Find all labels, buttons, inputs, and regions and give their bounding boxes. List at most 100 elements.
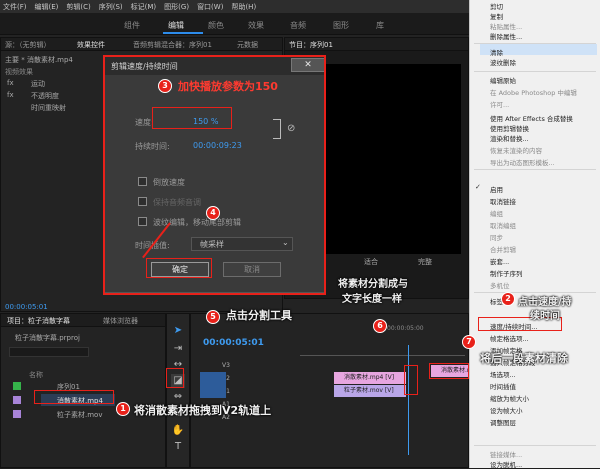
ws-assembly[interactable]: 组件 (124, 20, 140, 31)
menu-sequence[interactable]: 序列(S) (99, 2, 123, 12)
context-menu-item[interactable]: 剪切 (490, 1, 503, 11)
v1-track-target[interactable] (200, 385, 226, 398)
project-tab-row: 项目：粒子消散字幕 媒体浏览器 (1, 314, 165, 327)
ws-color[interactable]: 颜色 (208, 20, 224, 31)
type-tool-icon[interactable]: T (171, 440, 185, 454)
tab-media-browser[interactable]: 媒体浏览器 (103, 316, 138, 326)
hand-tool-icon[interactable]: ✋ (171, 424, 185, 438)
v2-track-target[interactable] (200, 372, 226, 385)
timeline-ruler-time: 00:00:05:00 (387, 325, 424, 332)
fx-opacity-icon[interactable]: fx (7, 91, 14, 99)
tab-effect-controls[interactable]: 效果控件 (77, 40, 105, 50)
context-menu-item[interactable]: 制作子序列 (490, 268, 523, 278)
context-menu-item[interactable]: 启用 (490, 184, 503, 194)
context-menu-item[interactable]: 使用剪辑替换 (490, 123, 529, 133)
context-menu-item[interactable]: 粘贴属性... (490, 21, 522, 31)
context-menu-item[interactable]: 编辑原始 (490, 75, 516, 85)
context-menu-item[interactable]: 合并剪辑 (490, 244, 516, 254)
step-7-text: 将后一段素材清除 (480, 352, 568, 365)
fx-motion-icon[interactable]: fx (7, 79, 14, 87)
context-menu-item[interactable]: 删除属性... (490, 31, 522, 41)
context-menu-item[interactable]: 恢复未渲染的内容 (490, 145, 542, 155)
ws-effects[interactable]: 效果 (248, 20, 264, 31)
track-select-tool-icon[interactable]: ⇥ (171, 342, 185, 356)
step-2-text-2: 续时间 (530, 311, 560, 322)
context-menu-item[interactable]: 帧定格选项... (490, 333, 529, 343)
source-timecode: 00:00:05:01 (5, 303, 48, 311)
context-menu-item[interactable]: 缩放为帧大小 (490, 393, 529, 403)
context-menu-item[interactable]: 导出为动态图形模板... (490, 157, 555, 167)
tools-panel: ➤ ⇥ ↔ ◪ ⇔ ✎ ✋ T (166, 313, 190, 468)
context-menu-item[interactable]: 波纹删除 (490, 57, 516, 67)
context-menu-item[interactable]: 同步 (490, 232, 503, 242)
playhead[interactable] (408, 345, 409, 455)
menu-clip[interactable]: 剪辑(C) (66, 2, 90, 12)
fx-motion[interactable]: 运动 (31, 79, 45, 89)
track-v3-label[interactable]: V3 (222, 362, 230, 369)
menu-graphics[interactable]: 图形(G) (164, 2, 189, 12)
column-name-header[interactable]: 名称 (29, 370, 43, 380)
step-1-badge: 1 (116, 402, 130, 416)
menu-window[interactable]: 窗口(W) (197, 2, 223, 12)
context-menu-item[interactable]: 调整图层 (490, 417, 516, 427)
step-6-badge: 6 (373, 319, 387, 333)
ws-libraries[interactable]: 库 (376, 20, 384, 31)
project-item-particle-clip[interactable]: 粒子素材.mov (57, 410, 102, 420)
project-file-label: 粒子消散字幕.prproj (15, 334, 80, 342)
step-5-badge: 5 (206, 310, 220, 324)
fx-opacity[interactable]: 不透明度 (31, 91, 59, 101)
step-7-badge: 7 (462, 335, 476, 349)
clip-v1-particle[interactable]: 粒子素材.mov [V] (334, 385, 406, 397)
clip-v2-first[interactable]: 消散素材.mp4 [V] (334, 372, 406, 384)
context-menu-item[interactable]: 在 Adobe Photoshop 中编辑 (490, 87, 577, 97)
context-menu-item[interactable]: 嵌套... (490, 256, 509, 266)
particle-label-color (13, 410, 21, 418)
context-menu-item[interactable]: 许可... (490, 99, 509, 109)
tab-metadata[interactable]: 元数据 (237, 40, 258, 50)
sequence-label-color (13, 382, 21, 390)
step-3-text: 加快播放参数为150 (178, 80, 278, 93)
context-menu-item[interactable]: 取消编组 (490, 220, 516, 230)
active-workspace-underline (163, 32, 203, 34)
context-menu-item[interactable]: 使用 After Effects 合成替换 (490, 113, 573, 123)
tab-source[interactable]: 源：（无剪辑） (5, 40, 51, 50)
ok-highlight-box (146, 258, 212, 278)
step-3-badge: 3 (158, 79, 172, 93)
tab-project[interactable]: 项目：粒子消散字幕 (7, 316, 70, 326)
fx-time-remap[interactable]: 时间重映射 (31, 103, 66, 113)
context-menu-item[interactable]: 时间插值 (490, 381, 516, 391)
timeline-panel: 00:00:05:01 00:00:05:00 (190, 313, 469, 468)
master-clip-label: 主要 * 消散素材.mp4 (5, 56, 73, 64)
context-menu-item[interactable]: 场选项... (490, 369, 516, 379)
premiere-window: 文件(F) 编辑(E) 剪辑(C) 序列(S) 标记(M) 图形(G) 窗口(W… (0, 0, 600, 469)
ws-graphics[interactable]: 图形 (333, 20, 349, 31)
project-search-input[interactable] (9, 347, 89, 357)
menu-edit[interactable]: 编辑(E) (35, 2, 59, 12)
fit-select[interactable]: 适合 (364, 257, 378, 267)
step-6-text: 将素材分割成与 (338, 279, 408, 290)
context-menu-separator (474, 445, 596, 446)
context-menu-item[interactable]: 多机位 (490, 280, 510, 290)
timeline-timecode[interactable]: 00:00:05:01 (203, 338, 264, 348)
context-menu-item[interactable]: 清除 (490, 47, 503, 57)
second-clip-highlight-box (429, 363, 469, 379)
selection-tool-icon[interactable]: ➤ (171, 324, 185, 338)
ws-audio[interactable]: 音频 (290, 20, 306, 31)
context-menu-separator (474, 169, 596, 170)
context-menu-item[interactable]: 复制 (490, 11, 503, 21)
context-menu-item[interactable]: 编组 (490, 208, 503, 218)
step-4-badge: 4 (206, 206, 220, 220)
context-menu-item[interactable]: 渲染和替换... (490, 133, 529, 143)
context-menu-item[interactable]: 取消链接 (490, 196, 516, 206)
menu-file[interactable]: 文件(F) (3, 2, 27, 12)
ws-editing[interactable]: 编辑 (168, 20, 184, 31)
workspace-bar: 组件 编辑 颜色 效果 音频 图形 库 (0, 13, 470, 35)
timeline-ruler[interactable] (300, 352, 465, 356)
menu-marker[interactable]: 标记(M) (131, 2, 157, 12)
tab-audio-mixer[interactable]: 音频剪辑混合器：序列01 (133, 40, 212, 50)
context-menu-item[interactable]: 链接媒体... (490, 449, 522, 459)
context-menu-item[interactable]: 设为帧大小 (490, 405, 523, 415)
menu-help[interactable]: 帮助(H) (231, 2, 256, 12)
resolution-select[interactable]: 完整 (418, 257, 432, 267)
tab-program[interactable]: 节目：序列01 (289, 40, 333, 50)
